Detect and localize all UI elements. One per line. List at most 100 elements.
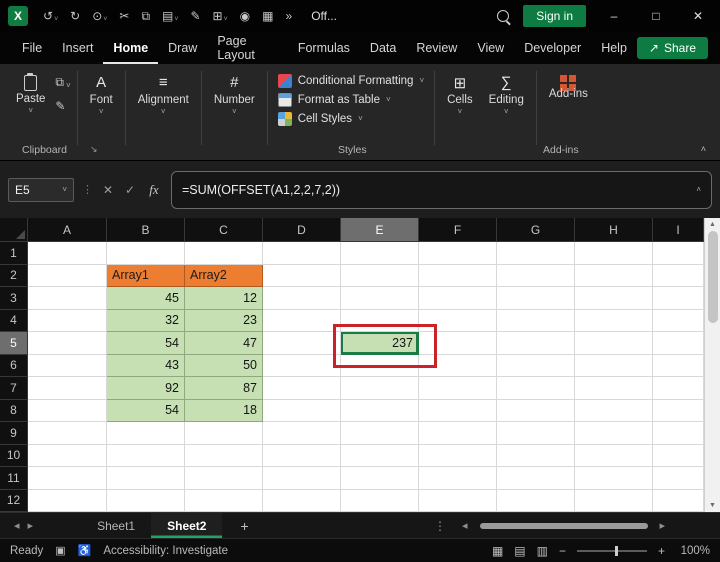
row-header-12[interactable]: 12: [0, 490, 28, 513]
borders-icon[interactable]: ⊞˅: [208, 7, 233, 25]
cell-F10[interactable]: [419, 445, 497, 468]
cell-C7[interactable]: 87: [185, 377, 263, 400]
cell-D3[interactable]: [263, 287, 341, 310]
formula-bar-collapse-icon[interactable]: ˄: [696, 186, 701, 194]
cell-I6[interactable]: [653, 355, 704, 378]
cell-D8[interactable]: [263, 400, 341, 423]
cell-H8[interactable]: [575, 400, 653, 423]
cell-G6[interactable]: [497, 355, 575, 378]
cell-I9[interactable]: [653, 422, 704, 445]
row-header-3[interactable]: 3: [0, 287, 28, 310]
cell-F12[interactable]: [419, 490, 497, 513]
row-header-10[interactable]: 10: [0, 445, 28, 468]
paste-button[interactable]: Paste ˅: [8, 71, 53, 117]
cell-C10[interactable]: [185, 445, 263, 468]
tab-help[interactable]: Help: [591, 33, 637, 64]
editing-group-button[interactable]: ∑ Editing ˅: [481, 71, 532, 118]
column-header-A[interactable]: A: [28, 218, 107, 242]
sheet-nav-left-icon[interactable]: ◂: [10, 519, 24, 532]
cell-A4[interactable]: [28, 310, 107, 333]
cell-G1[interactable]: [497, 242, 575, 265]
cell-A6[interactable]: [28, 355, 107, 378]
maximize-button[interactable]: □: [642, 9, 670, 23]
cell-E3[interactable]: [341, 287, 419, 310]
cell-F1[interactable]: [419, 242, 497, 265]
cell-B3[interactable]: 45: [107, 287, 185, 310]
cell-C6[interactable]: 50: [185, 355, 263, 378]
normal-view-icon[interactable]: ▦: [492, 544, 503, 558]
cell-D10[interactable]: [263, 445, 341, 468]
close-button[interactable]: ✕: [684, 9, 712, 23]
cell-G2[interactable]: [497, 265, 575, 288]
format-painter-icon[interactable]: ✎: [185, 7, 205, 25]
tab-formulas[interactable]: Formulas: [288, 33, 360, 64]
scroll-right-icon[interactable]: ▸: [656, 519, 670, 532]
cell-H11[interactable]: [575, 467, 653, 490]
cell-F11[interactable]: [419, 467, 497, 490]
cell-D1[interactable]: [263, 242, 341, 265]
cell-H5[interactable]: [575, 332, 653, 355]
row-header-2[interactable]: 2: [0, 265, 28, 288]
share-button[interactable]: ↗ Share: [637, 37, 708, 59]
column-header-G[interactable]: G: [497, 218, 575, 242]
cut-icon[interactable]: ✂: [114, 7, 134, 25]
new-sheet-button[interactable]: +: [240, 518, 248, 534]
column-header-H[interactable]: H: [575, 218, 653, 242]
font-group-button[interactable]: A Font ˅: [82, 71, 121, 118]
cell-B6[interactable]: 43: [107, 355, 185, 378]
number-group-button[interactable]: # Number ˅: [206, 71, 263, 118]
cell-H7[interactable]: [575, 377, 653, 400]
copy-icon[interactable]: ⧉: [136, 7, 155, 26]
cell-F6[interactable]: [419, 355, 497, 378]
tab-review[interactable]: Review: [406, 33, 467, 64]
cell-C11[interactable]: [185, 467, 263, 490]
cell-C1[interactable]: [185, 242, 263, 265]
cell-G7[interactable]: [497, 377, 575, 400]
enter-icon[interactable]: ✓: [123, 183, 137, 197]
sheet-tab-sheet1[interactable]: Sheet1: [81, 513, 151, 538]
cell-I11[interactable]: [653, 467, 704, 490]
row-header-1[interactable]: 1: [0, 242, 28, 265]
sign-in-button[interactable]: Sign in: [523, 5, 586, 27]
row-header-11[interactable]: 11: [0, 467, 28, 490]
column-header-I[interactable]: I: [653, 218, 704, 242]
cell-G4[interactable]: [497, 310, 575, 333]
cell-G5[interactable]: [497, 332, 575, 355]
cell-C8[interactable]: 18: [185, 400, 263, 423]
cell-E10[interactable]: [341, 445, 419, 468]
cell-E4[interactable]: [341, 310, 419, 333]
zoom-slider-thumb[interactable]: [615, 546, 618, 556]
cell-B9[interactable]: [107, 422, 185, 445]
row-header-4[interactable]: 4: [0, 310, 28, 333]
cell-A1[interactable]: [28, 242, 107, 265]
cell-C3[interactable]: 12: [185, 287, 263, 310]
cell-B1[interactable]: [107, 242, 185, 265]
row-header-7[interactable]: 7: [0, 377, 28, 400]
tab-insert[interactable]: Insert: [52, 33, 103, 64]
row-header-5[interactable]: 5: [0, 332, 28, 355]
document-title[interactable]: Off...: [311, 9, 337, 23]
select-all-button[interactable]: [0, 218, 28, 242]
paste-icon[interactable]: ▤˅: [157, 7, 183, 25]
cell-C5[interactable]: 47: [185, 332, 263, 355]
sheet-tab-sheet2[interactable]: Sheet2: [151, 513, 222, 538]
copy-button[interactable]: ⧉ ˅: [55, 75, 70, 90]
excel-logo-icon[interactable]: X: [8, 6, 28, 26]
row-header-6[interactable]: 6: [0, 355, 28, 378]
zoom-in-icon[interactable]: +: [658, 544, 665, 558]
cell-E11[interactable]: [341, 467, 419, 490]
undo-icon[interactable]: ↺˅: [38, 7, 63, 25]
cell-D4[interactable]: [263, 310, 341, 333]
cell-D7[interactable]: [263, 377, 341, 400]
cell-H12[interactable]: [575, 490, 653, 513]
insert-function-icon[interactable]: fx: [145, 182, 163, 198]
cell-G9[interactable]: [497, 422, 575, 445]
add-ins-button[interactable]: Add-ins: [541, 71, 596, 102]
cell-D2[interactable]: [263, 265, 341, 288]
clipboard-dialog-launcher-icon[interactable]: ↘: [90, 144, 98, 155]
table-icon[interactable]: ▦: [257, 7, 278, 25]
cell-D12[interactable]: [263, 490, 341, 513]
cell-F8[interactable]: [419, 400, 497, 423]
page-layout-view-icon[interactable]: ▤: [514, 544, 525, 558]
cell-D6[interactable]: [263, 355, 341, 378]
